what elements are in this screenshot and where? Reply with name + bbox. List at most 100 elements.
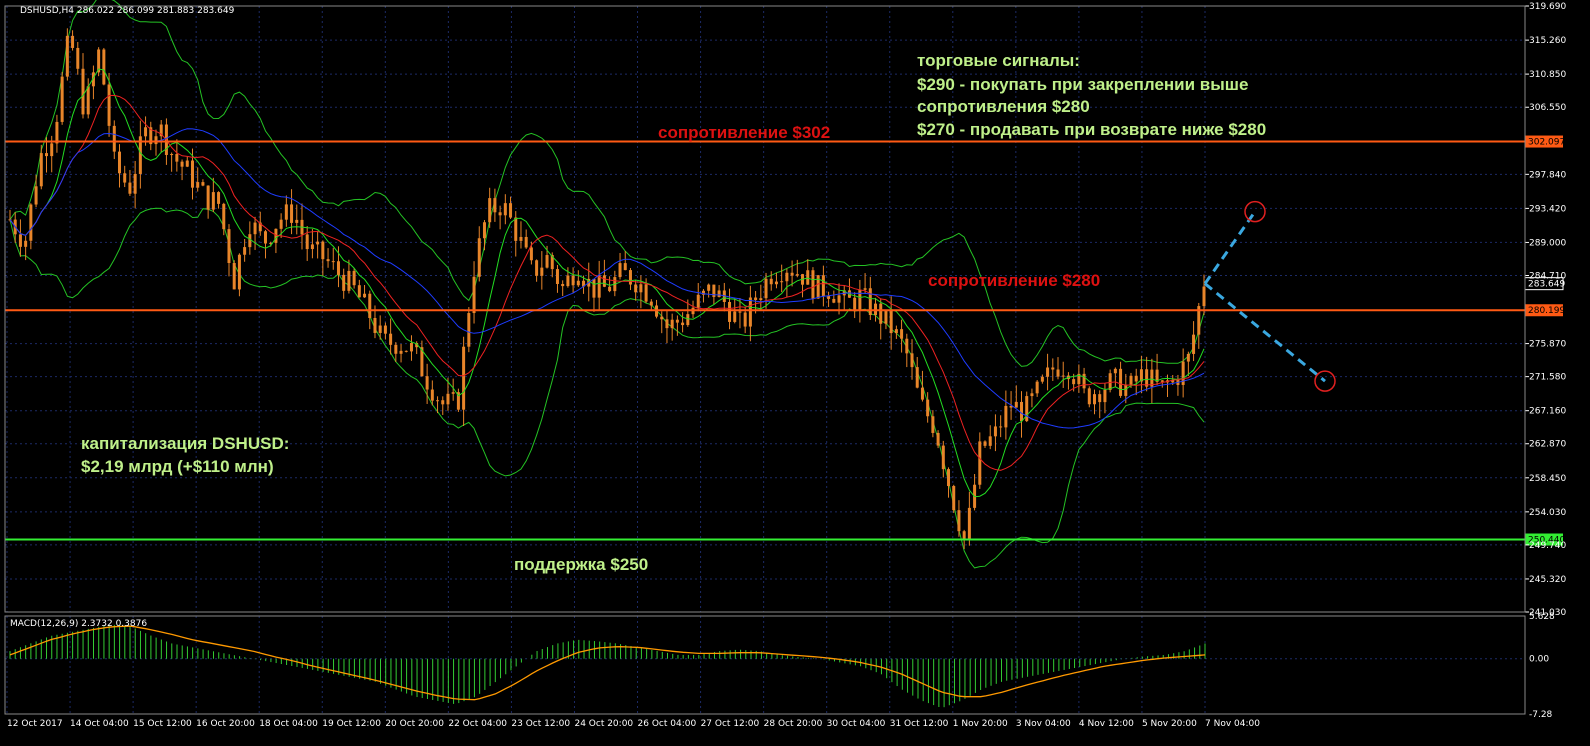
candle-body <box>602 275 606 287</box>
candle-body <box>363 293 367 298</box>
y-tick-label: 258.450 <box>1529 474 1566 484</box>
candle-body <box>394 344 398 354</box>
candle-body <box>952 486 956 511</box>
chart-canvas[interactable]: 302.097283.649280.199250.440 12 Oct 2017… <box>0 0 1590 746</box>
candle-body <box>441 400 445 405</box>
candle-body <box>290 204 294 223</box>
candle-body <box>190 160 194 188</box>
resistance-302-label: сопротивление $302 <box>658 123 830 142</box>
candle-body <box>201 182 205 186</box>
candle-body <box>545 255 549 268</box>
candle-body <box>128 182 132 194</box>
candle-body <box>123 173 127 183</box>
y-tick-label: 249.740 <box>1529 541 1566 551</box>
price-marker-label: 302.097 <box>1528 138 1565 148</box>
candle-body <box>1108 373 1112 390</box>
candle-body <box>707 284 711 291</box>
candle-body <box>863 288 867 290</box>
macd-frame <box>4 615 1526 715</box>
candle-body <box>1129 375 1133 385</box>
candle-body <box>900 329 904 339</box>
candle-body <box>947 469 951 487</box>
x-tick-label: 19 Oct 12:00 <box>322 719 381 729</box>
candle-body <box>29 204 33 241</box>
candle-body <box>227 229 231 263</box>
candle-body <box>232 262 236 290</box>
candle-body <box>305 234 309 250</box>
candle-body <box>926 399 930 417</box>
candle-body <box>769 278 773 285</box>
price-marker-label: 280.199 <box>1528 306 1565 316</box>
candle-body <box>1061 375 1065 377</box>
candle-body <box>342 274 346 291</box>
candle-body <box>967 507 971 539</box>
candle-body <box>681 322 685 326</box>
candle-body <box>780 281 784 283</box>
candle-body <box>514 217 518 241</box>
candle-body <box>206 185 210 210</box>
frames <box>4 5 1526 715</box>
candle-body <box>728 301 732 322</box>
candle-body <box>357 285 361 298</box>
y-tick-label: 315.260 <box>1529 36 1566 46</box>
y-tick-label: 310.850 <box>1529 70 1566 80</box>
candle-body <box>941 445 945 470</box>
x-tick-label: 20 Oct 20:00 <box>385 719 444 729</box>
candle-body <box>263 231 267 244</box>
forecast-line-up <box>1203 210 1257 285</box>
candle-body <box>1056 369 1060 377</box>
candle-body <box>425 376 429 390</box>
candle-body <box>65 35 69 77</box>
candle-body <box>18 234 22 247</box>
candle-body <box>488 198 492 223</box>
candle-body <box>634 284 638 293</box>
candle-body <box>717 290 721 297</box>
y-tick-label: 284.710 <box>1529 271 1566 281</box>
candle-body <box>806 270 810 285</box>
candle-body <box>675 319 679 323</box>
candle-body <box>253 222 257 235</box>
candle-body <box>993 426 997 437</box>
signals-line1: $290 - покупать при закреплении выше <box>917 75 1248 94</box>
macd-signal-line <box>9 625 1206 701</box>
candle-body <box>978 441 982 485</box>
candle-body <box>112 125 116 152</box>
candle-body <box>748 297 752 327</box>
main-header: DSHUSD,H4 286.022 286.099 281.883 283.64… <box>20 6 235 16</box>
candle-body <box>336 261 340 275</box>
macd-tick-label: 0.00 <box>1529 655 1549 665</box>
candle-body <box>811 270 815 299</box>
candle-body <box>352 270 356 286</box>
candle-body <box>853 297 857 310</box>
candle-body <box>451 392 455 394</box>
y-tick-label: 262.870 <box>1529 440 1566 450</box>
candle-body <box>931 416 935 433</box>
candle-body <box>962 531 966 539</box>
candle-body <box>24 240 28 247</box>
candle-body <box>1040 376 1044 382</box>
candle-body <box>248 234 252 248</box>
candle-body <box>462 346 466 410</box>
candle-body <box>774 281 778 285</box>
candle-body <box>561 283 565 287</box>
candle-body <box>310 244 314 250</box>
x-tick-label: 4 Nov 12:00 <box>1079 719 1134 729</box>
x-tick-label: 15 Oct 12:00 <box>133 719 192 729</box>
signals-title: торговые сигналы: <box>917 51 1080 70</box>
candle-body <box>430 389 434 401</box>
candle-body <box>446 393 450 405</box>
y-tick-label: 319.690 <box>1529 2 1566 12</box>
candle-body <box>983 441 987 446</box>
candle-body <box>1004 405 1008 428</box>
candle-body <box>436 400 440 402</box>
grid <box>5 5 1525 714</box>
candle-body <box>608 286 612 292</box>
candle-body <box>571 275 575 286</box>
candle-body <box>144 127 148 137</box>
candle-body <box>1124 384 1128 396</box>
axes: 12 Oct 2017 14 Oct 04:00 15 Oct 12:00 16 Oc… <box>7 2 1566 729</box>
candle-body <box>117 151 121 174</box>
x-tick-label: 27 Oct 12:00 <box>701 719 760 729</box>
candle-body <box>509 203 513 218</box>
candle-body <box>222 203 226 230</box>
